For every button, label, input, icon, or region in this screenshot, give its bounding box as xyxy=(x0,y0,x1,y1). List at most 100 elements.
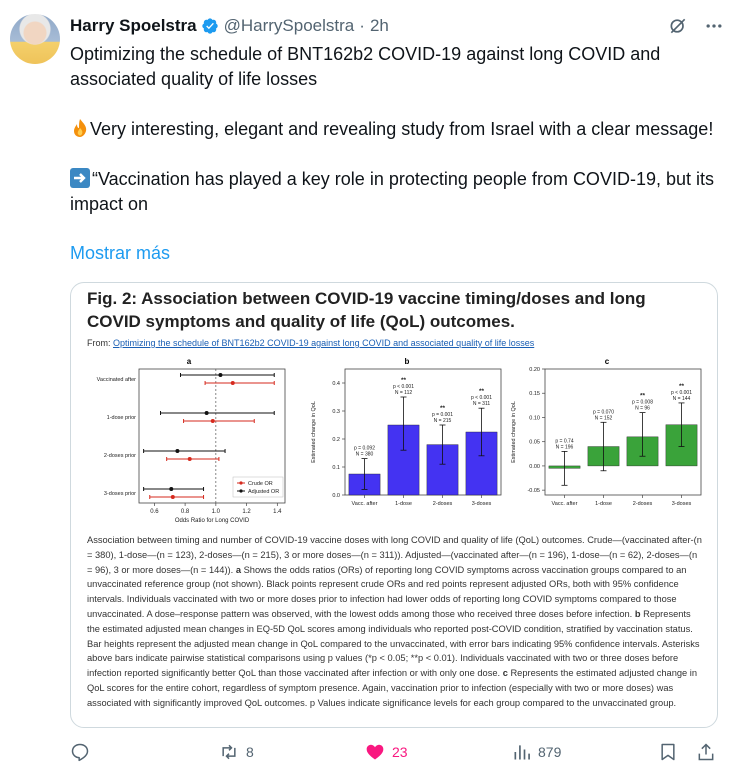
right-arrow-emoji xyxy=(70,168,90,188)
y-category-label: Vaccinated after xyxy=(97,377,137,383)
bar-annotation: N = 112 xyxy=(395,390,412,396)
reply-button[interactable] xyxy=(70,742,96,762)
grok-icon[interactable] xyxy=(668,16,688,36)
or-point xyxy=(169,487,174,491)
media-card[interactable]: Fig. 2: Association between COVID-19 vac… xyxy=(70,282,718,728)
bar-annotation: ** xyxy=(479,388,485,395)
bar-annotation: ** xyxy=(640,393,646,400)
y-tick-label: 0.05 xyxy=(529,440,540,446)
or-point xyxy=(175,449,180,453)
bar-annotation: N = 152 xyxy=(595,415,613,421)
x-tick-label: 1.2 xyxy=(242,509,251,515)
y-tick-label: 0.10 xyxy=(529,415,540,421)
legend-label: Crude OR xyxy=(248,481,273,487)
x-tick-label: 3-doses xyxy=(472,501,492,507)
x-tick-label: 2-doses xyxy=(633,501,653,507)
legend-label: Adjusted OR xyxy=(248,489,279,495)
retweet-button[interactable]: 8 xyxy=(218,742,254,762)
views-count: 879 xyxy=(538,744,562,760)
or-point xyxy=(230,381,235,385)
x-tick-label: 2-doses xyxy=(433,501,453,507)
show-more-link[interactable]: Mostrar más xyxy=(70,243,170,264)
y-category-label: 2-doses prior xyxy=(104,453,136,459)
like-count: 23 xyxy=(392,744,408,760)
caption-label-c: c xyxy=(502,668,508,679)
more-icon[interactable] xyxy=(704,16,724,36)
action-bar: 8 23 879 xyxy=(70,742,718,768)
retweet-count: 8 xyxy=(246,744,254,760)
panel-label: a xyxy=(187,357,192,366)
author-handle[interactable]: @HarrySpoelstra xyxy=(224,16,355,36)
bookmark-button[interactable] xyxy=(658,742,678,762)
heart-icon xyxy=(366,744,384,760)
bar-annotation: ** xyxy=(440,405,446,412)
tweet-quote-text: “Vaccination has played a key role in pr… xyxy=(70,169,714,214)
x-tick-label: 1-dose xyxy=(395,501,412,507)
tweet-comment-text: Very interesting, elegant and revealing … xyxy=(90,119,714,139)
x-tick-label: 1-dose xyxy=(595,501,612,507)
verified-badge-icon xyxy=(201,18,218,34)
bar-annotation: ** xyxy=(679,383,685,390)
avatar[interactable] xyxy=(10,14,60,64)
x-tick-label: Vacc. after xyxy=(552,501,578,507)
x-tick-label: Vacc. after xyxy=(352,501,378,507)
figure-source-prefix: From: xyxy=(87,338,113,348)
x-axis-label: Odds Ratio for Long COVID xyxy=(175,518,250,524)
x-tick-label: 1.4 xyxy=(273,509,282,515)
legend-marker xyxy=(239,481,243,485)
bar-annotation: N = 380 xyxy=(356,452,374,458)
like-button[interactable]: 23 xyxy=(364,742,408,762)
y-tick-label: -0.05 xyxy=(527,488,540,494)
reply-icon xyxy=(71,743,89,762)
y-tick-label: 0.15 xyxy=(529,391,540,397)
or-point xyxy=(187,457,192,461)
y-tick-label: 0.00 xyxy=(529,464,540,470)
tweet-text: Optimizing the schedule of BNT162b2 COVI… xyxy=(70,42,720,217)
bar-annotation: N = 144 xyxy=(673,396,691,402)
fire-emoji xyxy=(74,119,87,137)
author-name[interactable]: Harry Spoelstra xyxy=(70,16,197,36)
or-point xyxy=(170,495,175,499)
retweet-icon xyxy=(222,744,236,760)
separator: · xyxy=(359,16,365,35)
bar-annotation: ** xyxy=(401,377,407,384)
panel-label: b xyxy=(405,357,410,366)
share-button[interactable] xyxy=(696,742,716,762)
x-tick-label: 3-doses xyxy=(672,501,692,507)
legend-marker xyxy=(239,489,243,493)
y-tick-label: 0.20 xyxy=(529,367,540,373)
timestamp[interactable]: 2h xyxy=(370,16,389,36)
share-icon xyxy=(698,743,714,761)
y-tick-label: 0.0 xyxy=(332,493,340,499)
y-tick-label: 0.4 xyxy=(332,381,340,387)
tweet-paragraph-title: Optimizing the schedule of BNT162b2 COVI… xyxy=(70,44,661,89)
bar-annotation: N = 196 xyxy=(556,444,574,450)
y-tick-label: 0.3 xyxy=(332,409,340,415)
chart-panel-b: b0.00.10.20.30.4Estimated change in QoL p… xyxy=(311,357,502,507)
figure-title: Fig. 2: Association between COVID-19 vac… xyxy=(87,289,646,331)
figure-caption: Association between timing and number of… xyxy=(87,533,703,711)
views-button[interactable]: 879 xyxy=(512,742,561,762)
bar-annotation: N = 96 xyxy=(635,406,650,412)
x-tick-label: 0.6 xyxy=(150,509,159,515)
y-tick-label: 0.1 xyxy=(332,465,340,471)
bar-annotation: N = 311 xyxy=(473,401,490,407)
bar-annotation: N = 215 xyxy=(434,418,452,424)
or-point xyxy=(210,419,215,423)
figure-source: From: Optimizing the schedule of BNT162b… xyxy=(87,338,534,348)
figure-source-link[interactable]: Optimizing the schedule of BNT162b2 COVI… xyxy=(113,338,534,348)
x-tick-label: 0.8 xyxy=(181,509,190,515)
panel-label: c xyxy=(605,357,610,366)
caption-label-a: a xyxy=(235,564,242,575)
tweet-header: Harry Spoelstra @HarrySpoelstra · 2h xyxy=(70,14,724,38)
chart-panel-c: c -0.05 0.00 0.05 0.10 0.15 0.20 Estimated chan… xyxy=(511,357,702,507)
views-icon xyxy=(514,745,530,760)
y-tick-label: 0.2 xyxy=(332,437,340,443)
tweet-paragraph-comment: Very interesting, elegant and revealing … xyxy=(70,117,720,142)
bookmark-icon xyxy=(661,743,675,761)
chart-panel-a: a 0.6 0.8 1.0 1.2 1.4 Odds Ratio for Long COVI… xyxy=(97,357,286,524)
or-point xyxy=(204,411,209,415)
y-category-label: 1-dose prior xyxy=(107,415,137,421)
or-point xyxy=(218,373,223,377)
x-tick-label: 1.0 xyxy=(212,509,221,515)
